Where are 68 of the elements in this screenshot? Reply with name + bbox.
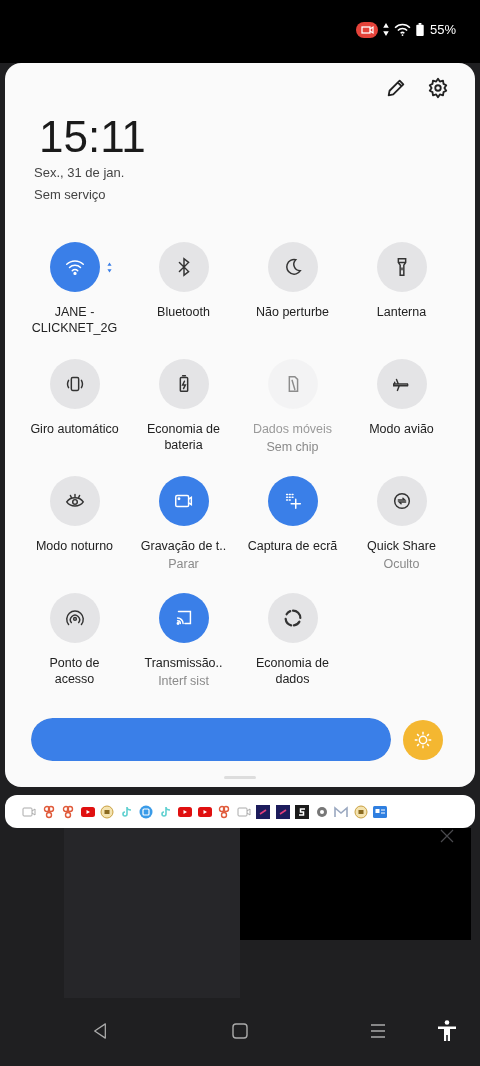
tile-label: Giro automático — [29, 421, 120, 437]
tile-toggle[interactable] — [49, 359, 100, 409]
notification-icon — [22, 804, 36, 819]
date: Sex., 31 de jan. — [34, 165, 125, 180]
notification-icon — [100, 804, 114, 819]
tile-label: Não perturbe — [255, 304, 330, 320]
tile-label: Bluetooth — [156, 304, 211, 320]
tile-toggle[interactable] — [267, 476, 318, 526]
wifi-icon — [393, 23, 411, 36]
menu-icon[interactable] — [370, 1023, 386, 1039]
tile-toggle[interactable] — [158, 242, 209, 292]
notification-icon — [275, 804, 290, 819]
tile-label: Gravação de t.. — [139, 538, 228, 554]
settings-icon[interactable] — [427, 77, 449, 99]
notification-icon — [217, 804, 231, 819]
notification-icon — [353, 804, 368, 819]
tile-toggle[interactable] — [49, 593, 100, 643]
tile-label: Economia de bateria — [146, 421, 221, 453]
tile-status: Sem chip — [266, 439, 319, 455]
tile-toggle[interactable] — [158, 593, 209, 643]
notification-icon — [373, 804, 387, 819]
tile-label: Ponto de acesso — [48, 655, 101, 687]
notification-icon — [197, 804, 212, 819]
tile-label: Quick Share — [366, 538, 437, 554]
tile-label: Transmissão.. — [143, 655, 224, 671]
notification-icon — [139, 804, 153, 819]
tile-toggle[interactable] — [158, 359, 209, 409]
tile-toggle[interactable] — [376, 476, 427, 526]
notification-icon — [158, 804, 173, 819]
tile-toggle[interactable] — [49, 242, 100, 292]
tile-label: Modo avião — [368, 421, 435, 437]
brightness-slider[interactable] — [31, 718, 391, 761]
data-arrows-icon — [106, 261, 112, 274]
notification-icon — [236, 804, 251, 819]
tile-label: Dados móveis — [251, 421, 334, 437]
tile-label: Modo noturno — [34, 538, 115, 554]
notification-icon — [80, 804, 95, 819]
tile-toggle[interactable] — [376, 359, 427, 409]
battery-percent: 55% — [429, 22, 456, 37]
tile-toggle[interactable] — [267, 593, 318, 643]
tile-status: Oculto — [383, 556, 420, 572]
tile-label: JANE - CLICKNET_2G — [30, 304, 119, 336]
network-status: Sem serviço — [34, 187, 106, 202]
battery-icon — [415, 23, 424, 36]
tile-toggle[interactable] — [267, 242, 318, 292]
tile-status: Parar — [168, 556, 199, 572]
tile-toggle[interactable] — [158, 476, 209, 526]
tile-toggle[interactable] — [376, 242, 427, 292]
notification-icon — [61, 804, 75, 819]
tile-label: Captura de ecrã — [246, 538, 339, 554]
notification-icon — [334, 804, 348, 819]
notification-icon — [119, 804, 134, 819]
tile-label: Economia de dados — [255, 655, 330, 687]
back-icon[interactable] — [92, 1023, 108, 1039]
notification-icon — [314, 804, 329, 819]
tile-toggle[interactable] — [49, 476, 100, 526]
accessibility-icon[interactable] — [437, 1020, 457, 1042]
notification-icon — [256, 804, 270, 819]
edit-icon[interactable] — [385, 77, 407, 99]
tile-label: Lanterna — [375, 304, 428, 320]
notification-icon — [295, 804, 309, 819]
data-arrows-icon — [382, 23, 389, 36]
notification-icon — [41, 804, 56, 819]
tile-status: Interf sist — [158, 673, 209, 689]
recording-icon — [355, 21, 378, 38]
home-icon[interactable] — [232, 1023, 248, 1039]
notification-icon — [178, 804, 192, 819]
clock[interactable]: 15:11 — [39, 113, 146, 161]
